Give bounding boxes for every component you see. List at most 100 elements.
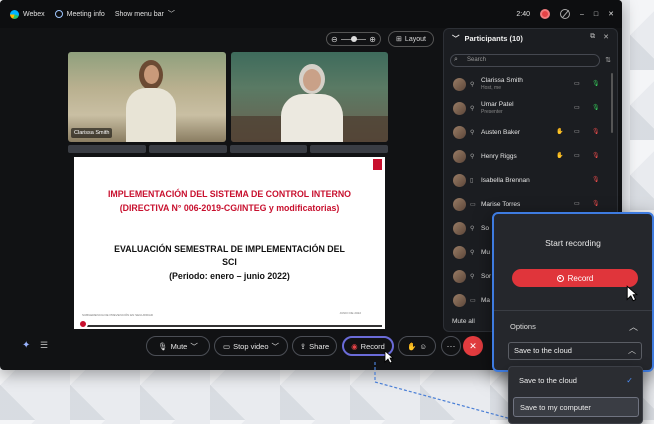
share-button[interactable]: ⇪ Share [292,336,337,356]
slide-title: IMPLEMENTACIÓN DEL SISTEMA DE CONTROL IN… [74,187,385,215]
save-location-value: Save to the cloud [514,346,572,355]
slide-subtitle-line1: EVALUACIÓN SEMESTRAL DE IMPLEMENTACIÓN D… [114,244,345,254]
participants-scrollbar[interactable] [611,73,613,133]
zoom-out-icon[interactable]: ⊖ [331,35,338,44]
slide-footer-line [82,325,382,327]
record-icon: ◉ [351,341,358,351]
zoom-slider[interactable]: ⊖ ⊕ [326,32,381,46]
camera-icon: ▭ [574,105,580,111]
shared-slide: IMPLEMENTACIÓN DEL SISTEMA DE CONTROL IN… [74,157,385,329]
title-bar: Webex Meeting info Show menu bar ﹀ 2:40 … [0,0,622,28]
show-menu-bar-label: Show menu bar [114,10,164,18]
thumbnail[interactable] [148,145,227,153]
leave-meeting-button[interactable]: ✕ [463,336,483,356]
avatar [453,197,466,211]
thumbnail[interactable] [68,145,146,153]
hand-icon: ✋ [556,129,564,135]
mic-icon: ⚲ [470,225,475,232]
stop-video-button[interactable]: ▭ Stop video ﹀ [214,336,288,356]
slide-subtitle-line2: SCI [222,257,237,267]
chevron-down-icon[interactable]: ﹀ [190,341,198,352]
sort-icon[interactable]: ⇅ [605,56,611,64]
share-icon: ⇪ [299,341,307,351]
zoom-in-icon[interactable]: ⊕ [369,35,376,44]
stop-video-label: Stop video [233,341,269,351]
participant-name: Umar Patel [481,101,514,108]
video-tile-clarissa[interactable]: Clarissa Smith [68,52,226,142]
microphone-on-icon: 🎙 [592,105,600,111]
participants-title: Participants (10) [464,34,523,43]
save-location-dropdown: Save to the cloud ✓ Save to my computer [508,366,643,424]
webex-icon [10,9,19,19]
option-save-to-computer[interactable]: Save to my computer [513,397,639,417]
more-options-button[interactable]: ⋯ [441,336,461,356]
save-location-select[interactable]: Save to the cloud ︿ [508,342,642,360]
microphone-icon: 🎙 [158,341,168,351]
mic-icon: ⚲ [470,81,475,88]
start-record-button[interactable]: Record [512,269,638,287]
participant-search-input[interactable]: Search [450,54,600,67]
microphone-on-icon: 🎙 [592,81,600,87]
reactions-button[interactable]: ✋ ☺ [398,336,436,356]
mic-icon: ⚲ [470,153,475,160]
avatar [453,125,466,139]
participant-role: Presenter [481,109,503,115]
chevron-down-icon[interactable]: ﹀ [272,341,280,352]
layout-label: Layout [404,35,426,43]
participant-row[interactable]: ⚲ Umar Patel Presenter ▭ 🎙 [448,96,608,120]
meeting-time: 2:40 [516,10,530,18]
participant-row[interactable]: ⚲ Austen Baker ✋ ▭ 🎙 [448,120,608,144]
meeting-info-label: Meeting info [66,10,105,18]
participant-role: Host, me [481,85,502,91]
layout-button[interactable]: ⊞ Layout [388,31,434,47]
participant-row[interactable]: ⚲ Henry Riggs ✋ ▭ 🎙 [448,144,608,168]
record-icon [556,274,564,282]
participant-row[interactable]: ▯ Isabella Brennan 🎙 [448,168,608,192]
close-panel-icon[interactable]: ✕ [603,33,609,41]
webex-logo: Webex [10,9,45,19]
chat-icon[interactable]: ☰ [40,340,48,351]
slide-footer-right: JUNIO DE 2022 [339,311,361,315]
hand-icon: ✋ [556,153,564,159]
option-save-to-cloud[interactable]: Save to the cloud ✓ [513,371,639,391]
slide-title-line1: IMPLEMENTACIÓN DEL SISTEMA DE CONTROL IN… [107,189,352,199]
avatar [453,101,466,115]
chevron-down-icon[interactable]: ﹀ [452,33,460,44]
zoom-track[interactable] [340,35,367,42]
mute-all-button[interactable]: Mute all [452,318,475,325]
slide-footer-logo [78,319,88,329]
thumbnail[interactable] [310,145,388,153]
record-label: Record [360,341,385,351]
minimize-button[interactable]: – [580,11,584,18]
participant-face [303,69,321,91]
slide-period: (Periodo: enero – junio 2022) [169,271,290,281]
maximize-button[interactable]: □ [594,11,598,18]
mute-button[interactable]: 🎙 Mute ﹀ [146,336,210,356]
video-tile-umar[interactable] [231,52,388,142]
thumbnail[interactable] [229,145,308,153]
emoji-icon: ☺ [419,341,427,351]
microphone-muted-icon: 🎙 [592,153,600,159]
mic-icon: ⚲ [470,249,475,256]
participant-name: Isabella Brennan [481,176,530,184]
option-label: Save to my computer [520,403,591,412]
meeting-info-button[interactable]: Meeting info [54,10,105,18]
participant-body [126,88,176,142]
participant-name: Mu [481,248,491,256]
video-thumbnail-strip [68,145,388,153]
participant-name: Henry Riggs [481,152,517,160]
block-icon [559,9,570,19]
close-button[interactable]: ✕ [608,10,614,18]
popout-icon[interactable]: ⧉ [590,33,595,41]
info-icon [54,10,63,18]
divider [494,310,652,311]
slide-title-line2: (DIRECTIVA N° 006-2019-CG/INTEG y modifi… [119,203,340,213]
apps-icon[interactable]: ✦ [22,340,30,351]
chevron-up-icon[interactable]: ︿ [629,320,638,333]
show-menu-bar-button[interactable]: Show menu bar ﹀ [115,9,175,19]
participants-header[interactable]: ﹀ Participants (10) [452,33,523,44]
chevron-up-icon: ︿ [628,346,636,355]
slide-footer-left: SUBGERENCIA DE PREVENCIÓN EN SEGURIDAD [82,313,154,317]
participant-row[interactable]: ⚲ Clarissa Smith Host, me ▭ 🎙 [448,72,608,96]
participant-name: Marise Torres [481,200,521,208]
